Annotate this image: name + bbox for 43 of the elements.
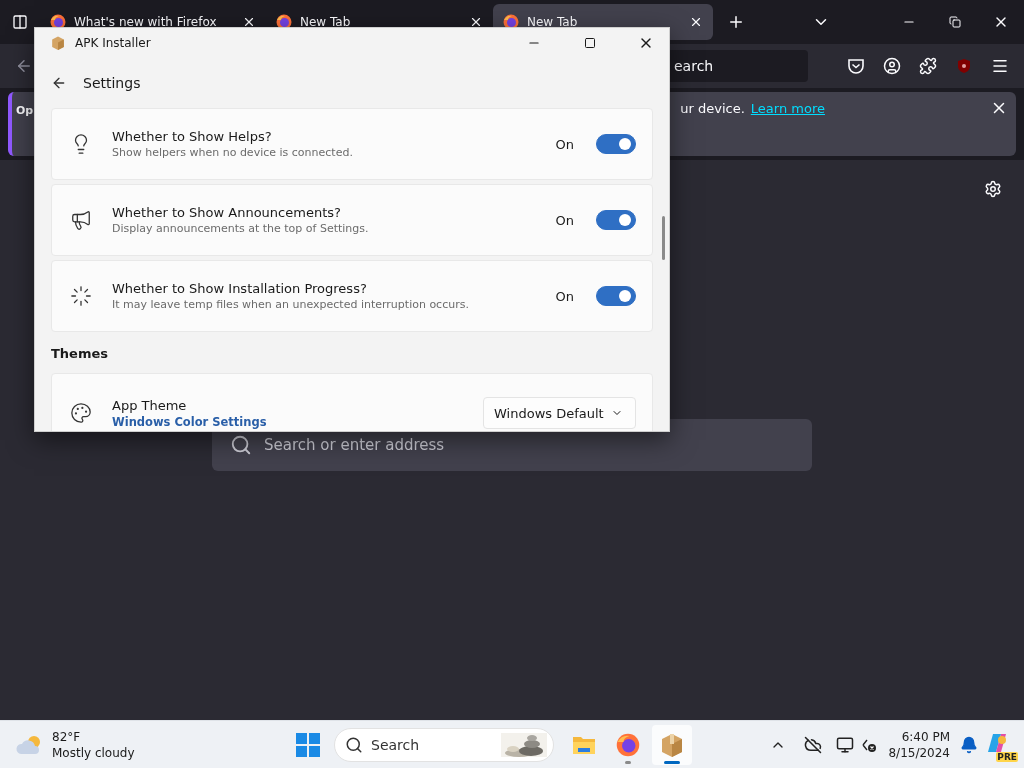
toggle-switch[interactable] [596,134,636,154]
megaphone-icon [70,209,92,231]
firefox-logo-icon [616,732,640,757]
scrollbar-thumb[interactable] [662,216,665,260]
temperature: 82°F [52,728,82,745]
monitor-icon[interactable] [836,735,855,754]
palette-icon [70,402,92,424]
notification-text: Op [16,103,34,117]
setting-title: App Theme [112,397,188,413]
setting-title: Whether to Show Announcements? [112,205,342,220]
package-icon [661,732,683,757]
setting-title: Whether to Show Helps? [112,129,273,144]
learn-more-link[interactable]: Learn more [750,100,825,116]
section-heading: Themes [51,345,110,363]
toggle-state: On [555,212,574,228]
weather-condition: Mostly cloudy [52,744,135,761]
taskbar-search[interactable]: Search [334,727,554,762]
clock[interactable]: 6:40 PM 8/15/2024 [888,728,950,761]
close-icon[interactable] [469,15,483,29]
cloud-off-icon[interactable] [804,735,823,754]
package-icon [51,36,65,50]
setting-title: Whether to Show Installation Progress? [112,281,368,296]
start-icon[interactable] [296,732,320,757]
setting-description: It may leave temp files when an unexpected interruption occurs. [112,298,470,311]
theme-dropdown[interactable]: Windows Default [483,397,636,429]
back-icon[interactable] [51,75,67,91]
page-title: Settings [83,75,141,91]
settings-icon[interactable] [984,180,1002,198]
bell-icon[interactable] [960,735,978,754]
toggle-state: On [555,288,574,304]
toggle-state: On [555,136,574,152]
notification-text: ur device. [680,100,745,116]
toggle-switch[interactable] [596,286,636,306]
close-icon[interactable] [689,15,703,29]
taskbar-app[interactable] [652,724,692,765]
search-icon [230,434,252,456]
setting-description: Display announcements at the top of Settings. [112,222,370,235]
loading-icon [70,285,92,307]
toggle-switch[interactable] [596,210,636,230]
search-icon [345,735,363,754]
window-title: APK Installer [75,36,152,50]
close-icon[interactable] [242,15,256,29]
setting-description: Show helpers when no device is connected. [112,146,354,159]
